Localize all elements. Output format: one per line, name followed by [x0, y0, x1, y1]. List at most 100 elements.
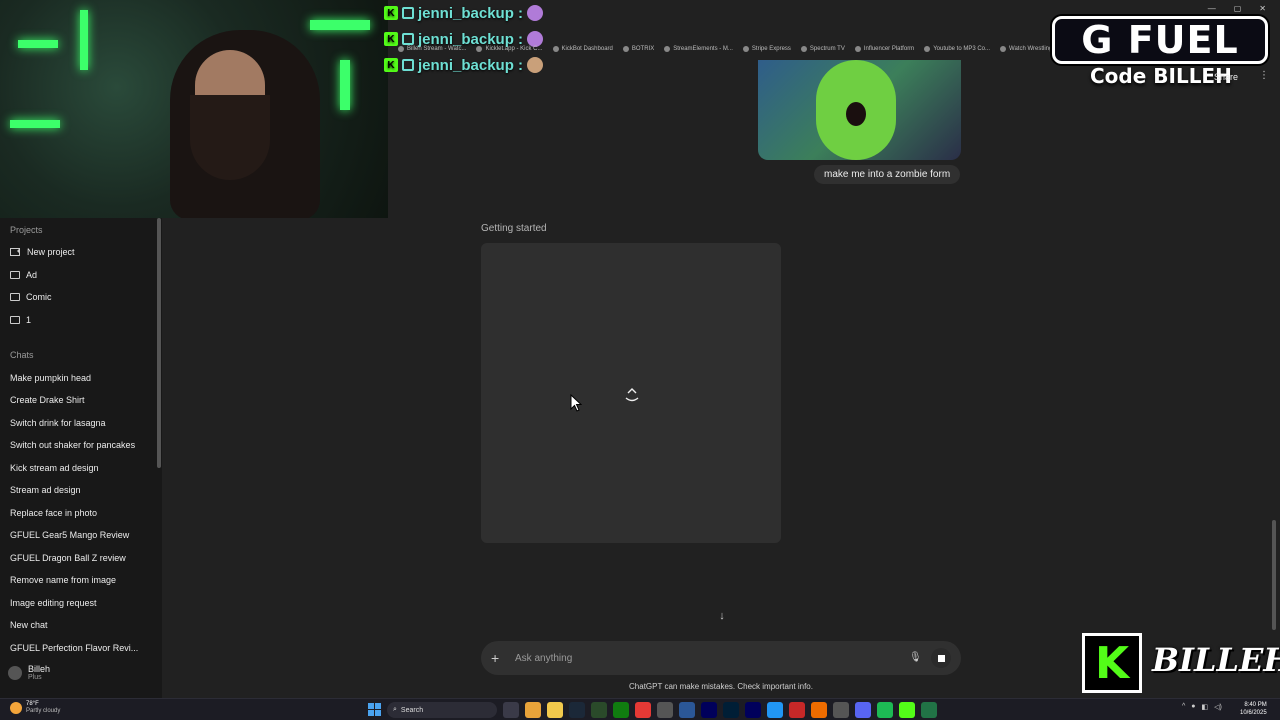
kick-app-icon[interactable] — [899, 702, 915, 718]
clock[interactable]: 8:40 PM 10/6/2025 — [1240, 701, 1267, 717]
chat-message: K jenni_backup : — [384, 0, 584, 26]
chat-history-item[interactable]: GFUEL Perfection Flavor Revi... — [10, 643, 138, 653]
main-scrollbar[interactable] — [1272, 520, 1276, 630]
kick-icon: K — [384, 58, 398, 72]
bookmark[interactable]: Influencer Platform — [854, 46, 914, 52]
user-message: make me into a zombie form — [814, 165, 961, 184]
network-icon[interactable]: ◧ — [1202, 703, 1209, 711]
stream-chat-overlay: K jenni_backup : K jenni_backup : K jenn… — [384, 0, 584, 78]
uploaded-image[interactable] — [758, 60, 961, 160]
taskbar: 78°F Partly cloudy ⌕ Search ^ ● ◧ ◁) 8:4… — [0, 698, 1280, 720]
folder-icon — [10, 316, 20, 324]
subscriber-badge-icon — [402, 7, 414, 19]
project-item[interactable]: 1 — [10, 315, 31, 325]
chevron-up-icon[interactable]: ^ — [1182, 703, 1185, 711]
system-tray: ^ ● ◧ ◁) — [1182, 703, 1222, 711]
sidebar-scrollbar[interactable] — [157, 218, 161, 468]
minimize-icon[interactable]: — — [1208, 4, 1216, 13]
account-menu[interactable]: Billeh Plus — [8, 664, 50, 681]
app-icon[interactable] — [833, 702, 849, 718]
chat-history-item[interactable]: Replace face in photo — [10, 508, 97, 518]
chat-history-item[interactable]: GFUEL Dragon Ball Z review — [10, 553, 126, 563]
bookmark[interactable]: Billeh Stream - Watc... — [398, 46, 466, 52]
window-controls: — ▢ ✕ — [1208, 4, 1266, 13]
chrome-icon[interactable] — [525, 702, 541, 718]
bookmark[interactable]: Stripe Express — [742, 46, 791, 52]
stop-button[interactable] — [931, 648, 951, 668]
bookmark[interactable]: Spectrum TV — [800, 46, 845, 52]
start-button[interactable] — [368, 703, 381, 716]
scroll-down-icon[interactable]: ↓ — [714, 608, 730, 624]
screen: K jenni_backup : K jenni_backup : K jenn… — [0, 0, 1280, 720]
steam-icon[interactable] — [569, 702, 585, 718]
app-icon[interactable] — [635, 702, 651, 718]
stop-icon — [937, 654, 945, 662]
excel-icon[interactable] — [921, 702, 937, 718]
prompt-input[interactable] — [515, 652, 909, 664]
task-view-icon[interactable] — [503, 702, 519, 718]
gfuel-logo: G FUEL — [1052, 16, 1268, 64]
kick-icon: K — [384, 6, 398, 20]
composer: + 🎙 — [481, 641, 961, 675]
chat-history-item[interactable]: Stream ad design — [10, 485, 81, 495]
plus-icon[interactable]: + — [491, 650, 507, 666]
file-explorer-icon[interactable] — [547, 702, 563, 718]
kick-overlay: K BILLEH — [1082, 633, 1280, 693]
project-item[interactable]: Ad — [10, 270, 37, 280]
chat-history-item[interactable]: New chat — [10, 620, 48, 630]
app-icon[interactable] — [811, 702, 827, 718]
sidebar: Projects New project Ad Comic 1 Chats Ma… — [0, 218, 162, 698]
bookmark[interactable]: Kicklet.app - Kick C... — [476, 46, 543, 52]
folder-icon — [10, 293, 20, 301]
xbox-icon[interactable] — [613, 702, 629, 718]
sponsor-code: Code BILLEH — [1090, 64, 1232, 88]
chat-history-item[interactable]: Switch out shaker for pancakes — [10, 440, 135, 450]
loading-spinner-icon — [625, 388, 639, 402]
chat-history-item[interactable]: Create Drake Shirt — [10, 395, 85, 405]
spotify-icon[interactable] — [877, 702, 893, 718]
user-name: Billeh — [28, 664, 51, 674]
share-button[interactable]: Share — [1214, 72, 1238, 82]
chat-username: jenni_backup : — [418, 4, 524, 22]
chat-history-item[interactable]: Switch drink for lasagna — [10, 418, 106, 428]
chat-history-item[interactable]: Image editing request — [10, 598, 97, 608]
bookmarks-bar: Billeh Stream - Watc... Kicklet.app - Ki… — [384, 42, 1054, 56]
bookmark[interactable]: Watch Wrestling — [1000, 46, 1052, 52]
chat-history-item[interactable]: Make pumpkin head — [10, 373, 91, 383]
photoshop-icon[interactable] — [723, 702, 739, 718]
chats-heading: Chats — [10, 350, 34, 360]
taskbar-search[interactable]: ⌕ Search — [387, 702, 497, 718]
after-effects-icon[interactable] — [701, 702, 717, 718]
app-icon[interactable] — [657, 702, 673, 718]
bookmark[interactable]: StreamElements - M... — [664, 46, 733, 52]
close-icon[interactable]: ✕ — [1259, 4, 1266, 13]
chat-history-item[interactable]: Remove name from image — [10, 575, 116, 585]
app-icon[interactable] — [789, 702, 805, 718]
app-icon[interactable] — [767, 702, 783, 718]
bookmark[interactable]: Youtube to MP3 Co... — [924, 46, 990, 52]
microphone-tray-icon[interactable]: ● — [1191, 703, 1195, 711]
chat-history-item[interactable]: GFUEL Gear5 Mango Review — [10, 530, 129, 540]
volume-icon[interactable]: ◁) — [1214, 703, 1222, 711]
maximize-icon[interactable]: ▢ — [1234, 4, 1242, 13]
bookmark[interactable]: KickBot Dashboard — [552, 46, 613, 52]
bookmark[interactable]: BOTRIX — [622, 46, 654, 52]
search-icon: ⌕ — [393, 706, 397, 713]
more-options-icon[interactable]: ⋮ — [1259, 70, 1269, 81]
mouse-cursor-icon — [570, 394, 582, 412]
subscriber-badge-icon — [402, 59, 414, 71]
microphone-icon[interactable]: 🎙 — [909, 652, 922, 664]
app-icon[interactable] — [591, 702, 607, 718]
new-project-button[interactable]: New project — [10, 247, 75, 257]
folder-icon — [10, 271, 20, 279]
discord-icon[interactable] — [855, 702, 871, 718]
chat-history-item[interactable]: Kick stream ad design — [10, 463, 99, 473]
app-icon[interactable] — [679, 702, 695, 718]
project-item[interactable]: Comic — [10, 292, 52, 302]
streamer-name: BILLEH — [1152, 641, 1280, 679]
weather-widget[interactable]: 78°F Partly cloudy — [10, 701, 60, 715]
emote-icon — [527, 5, 544, 21]
premiere-icon[interactable] — [745, 702, 761, 718]
kick-logo-icon: K — [1082, 633, 1142, 693]
new-folder-icon — [10, 248, 20, 256]
